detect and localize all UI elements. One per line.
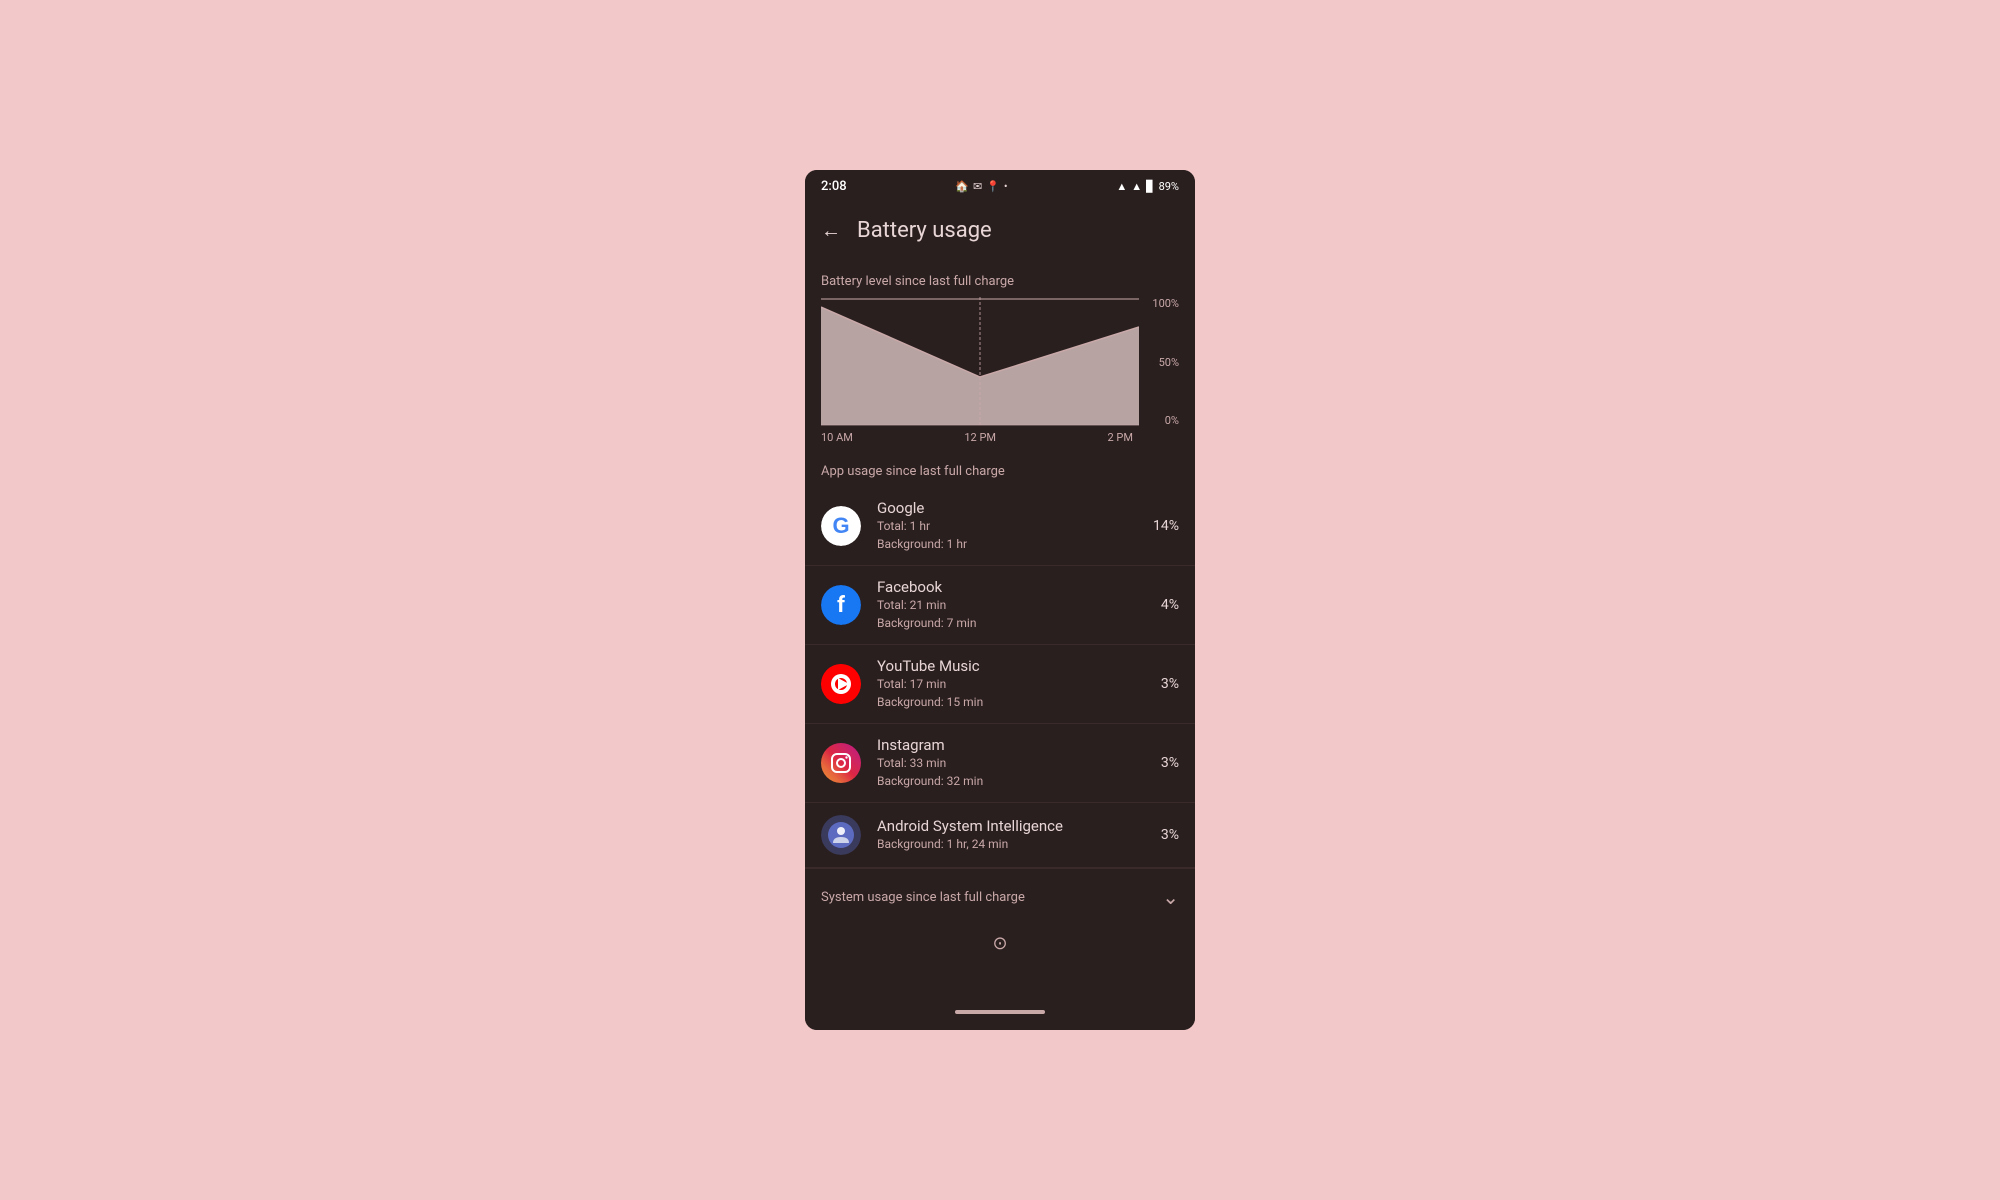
system-usage-label: System usage since last full charge	[821, 890, 1162, 905]
facebook-detail1: Total: 21 min	[877, 596, 1153, 614]
facebook-percentage: 4%	[1161, 597, 1179, 613]
status-left-icons: 🏠 ✉ 📍 •	[955, 180, 1007, 193]
list-item[interactable]: f Facebook Total: 21 min Background: 7 m…	[805, 566, 1195, 645]
google-info: Google Total: 1 hr Background: 1 hr	[877, 499, 1145, 553]
facebook-info: Facebook Total: 21 min Background: 7 min	[877, 578, 1153, 632]
battery-icon: ▊	[1146, 180, 1154, 193]
status-time: 2:08	[821, 179, 847, 194]
y-label-0: 0%	[1145, 414, 1179, 427]
x-label-2pm: 2 PM	[1108, 431, 1133, 444]
app-usage-title: App usage since last full charge	[805, 444, 1195, 487]
phone-container: 2:08 🏠 ✉ 📍 • ▲ ▲ ▊ 89% ← Battery usage B…	[805, 170, 1195, 1030]
list-item[interactable]: YouTube Music Total: 17 min Background: …	[805, 645, 1195, 724]
chart-y-labels: 100% 50% 0%	[1139, 297, 1179, 427]
asi-name: Android System Intelligence	[877, 817, 1153, 835]
back-button[interactable]: ←	[821, 218, 841, 243]
home-icon: 🏠	[955, 180, 969, 193]
facebook-icon-container: f	[821, 585, 861, 625]
instagram-detail2: Background: 32 min	[877, 772, 1153, 790]
y-label-50: 50%	[1145, 356, 1179, 369]
asi-icon-container	[821, 815, 861, 855]
google-detail2: Background: 1 hr	[877, 535, 1145, 553]
instagram-percentage: 3%	[1161, 755, 1179, 771]
svg-text:G: G	[832, 513, 849, 538]
battery-percent: 89%	[1159, 180, 1179, 193]
battery-chart-section: Battery level since last full charge	[805, 258, 1195, 444]
wifi-icon: ▲	[1116, 180, 1127, 193]
facebook-detail2: Background: 7 min	[877, 614, 1153, 632]
youtubemusic-percentage: 3%	[1161, 676, 1179, 692]
asi-percentage: 3%	[1161, 827, 1179, 843]
chart-container: 100% 50% 0% 10 AM 12 PM 2 PM	[821, 297, 1179, 444]
location-icon: 📍	[986, 180, 1000, 193]
chart-svg	[821, 297, 1139, 427]
instagram-detail1: Total: 33 min	[877, 754, 1153, 772]
youtubemusic-name: YouTube Music	[877, 657, 1153, 675]
dot-icon: •	[1004, 180, 1008, 193]
asi-icon	[821, 815, 861, 855]
youtubemusic-detail1: Total: 17 min	[877, 675, 1153, 693]
facebook-name: Facebook	[877, 578, 1153, 596]
chart-section-label: Battery level since last full charge	[805, 258, 1195, 297]
bottom-home-icon: ⊙	[992, 933, 1007, 954]
list-item[interactable]: Android System Intelligence Background: …	[805, 803, 1195, 868]
list-item[interactable]: G Google Total: 1 hr Background: 1 hr 14…	[805, 487, 1195, 566]
instagram-name: Instagram	[877, 736, 1153, 754]
instagram-icon-container	[821, 743, 861, 783]
content-area: Battery level since last full charge	[805, 258, 1195, 998]
y-label-100: 100%	[1145, 297, 1179, 310]
google-detail1: Total: 1 hr	[877, 517, 1145, 535]
app-bar: ← Battery usage	[805, 202, 1195, 258]
chart-area: 100% 50% 0%	[821, 297, 1179, 427]
asi-detail1: Background: 1 hr, 24 min	[877, 835, 1153, 853]
chart-x-labels: 10 AM 12 PM 2 PM	[821, 427, 1133, 444]
google-name: Google	[877, 499, 1145, 517]
bottom-bar	[805, 998, 1195, 1030]
signal-icon: ▲	[1131, 180, 1142, 193]
x-label-10am: 10 AM	[821, 431, 853, 444]
page-title: Battery usage	[857, 218, 992, 243]
list-item[interactable]: Instagram Total: 33 min Background: 32 m…	[805, 724, 1195, 803]
facebook-icon: f	[821, 585, 861, 625]
x-label-12pm: 12 PM	[964, 431, 996, 444]
mail-icon: ✉	[973, 180, 982, 193]
status-bar: 2:08 🏠 ✉ 📍 • ▲ ▲ ▊ 89%	[805, 170, 1195, 202]
google-percentage: 14%	[1153, 518, 1179, 534]
google-icon-container: G	[821, 506, 861, 546]
youtubemusic-info: YouTube Music Total: 17 min Background: …	[877, 657, 1153, 711]
chevron-down-icon: ⌄	[1162, 885, 1179, 909]
system-usage-row[interactable]: System usage since last full charge ⌄	[805, 868, 1195, 925]
youtubemusic-icon	[821, 664, 861, 704]
instagram-info: Instagram Total: 33 min Background: 32 m…	[877, 736, 1153, 790]
youtubemusic-icon-container	[821, 664, 861, 704]
instagram-icon	[821, 743, 861, 783]
nav-indicator	[955, 1010, 1045, 1014]
bottom-nav-area: ⊙	[805, 925, 1195, 954]
status-icons: ▲ ▲ ▊ 89%	[1116, 180, 1179, 193]
youtubemusic-detail2: Background: 15 min	[877, 693, 1153, 711]
app-usage-section: App usage since last full charge G Googl…	[805, 444, 1195, 868]
asi-info: Android System Intelligence Background: …	[877, 817, 1153, 853]
